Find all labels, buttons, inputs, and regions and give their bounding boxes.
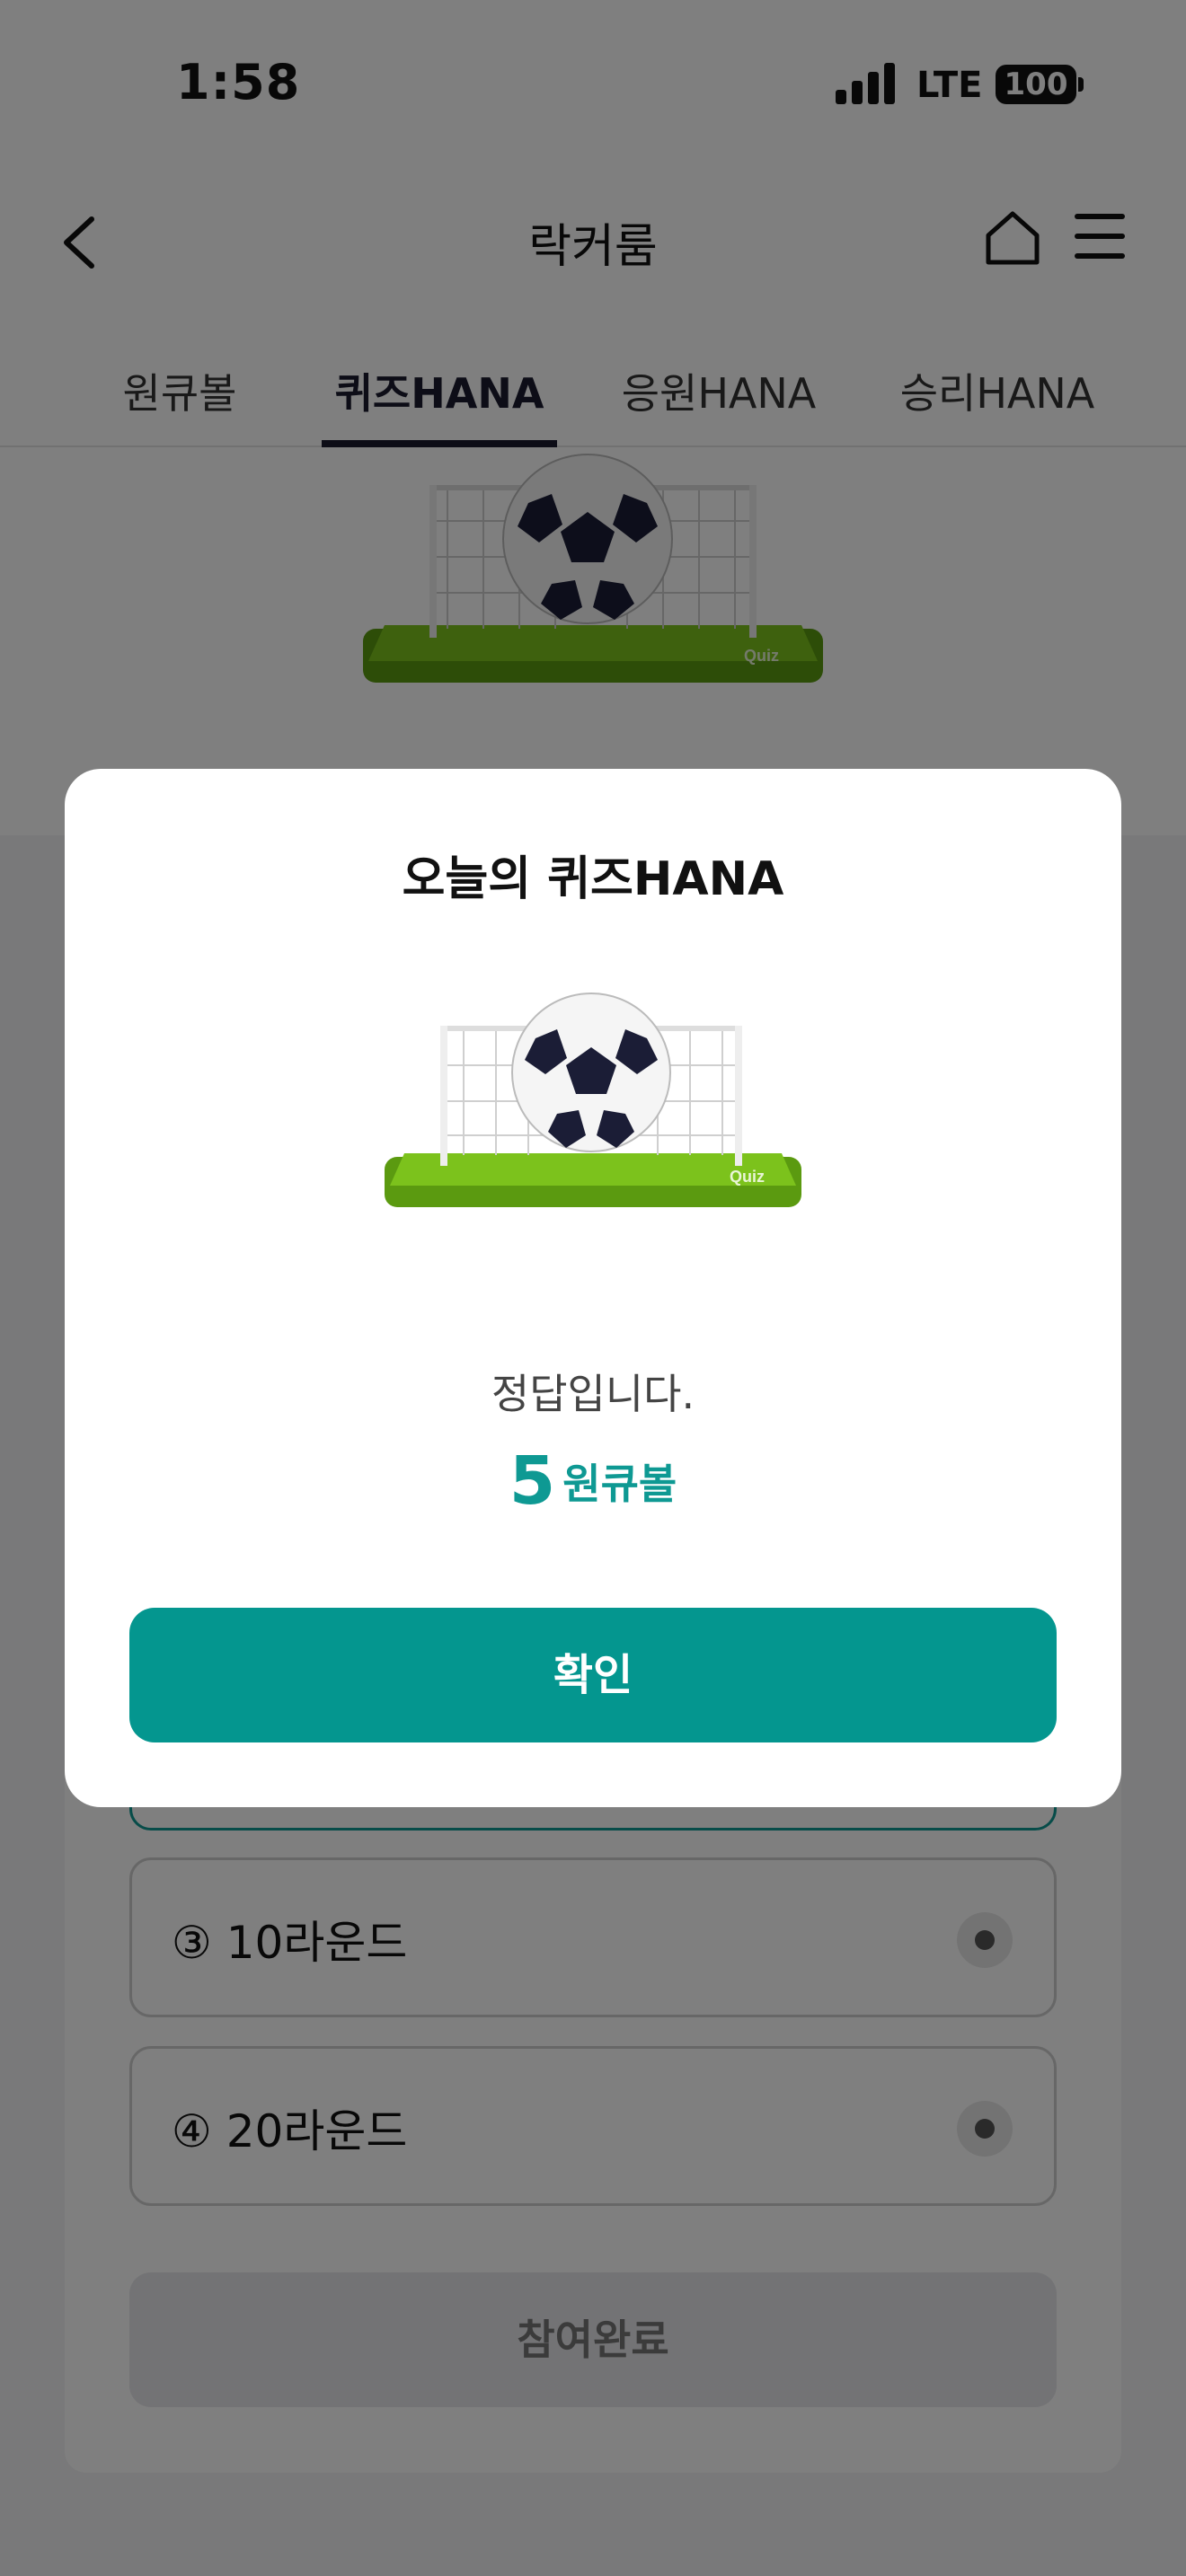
result-modal: 오늘의 퀴즈HANA Quiz 정답입니다. 5 원큐볼 확인 [65,769,1121,1807]
screen: 1:58 LTE 100 락커룸 원큐볼 퀴즈HANA 응원HANA 승리HAN… [0,0,1186,2576]
soccer-goal-icon: Quiz [385,992,801,1207]
result-message: 정답입니다. [491,1370,695,1418]
quiz-badge-text: Quiz [730,1168,765,1186]
reward-unit: 원큐볼 [562,1460,677,1508]
modal-title: 오늘의 퀴즈HANA [402,852,784,906]
confirm-button[interactable]: 확인 [129,1608,1057,1742]
reward-amount: 5 원큐볼 [65,1442,1121,1520]
reward-number: 5 [509,1442,556,1520]
